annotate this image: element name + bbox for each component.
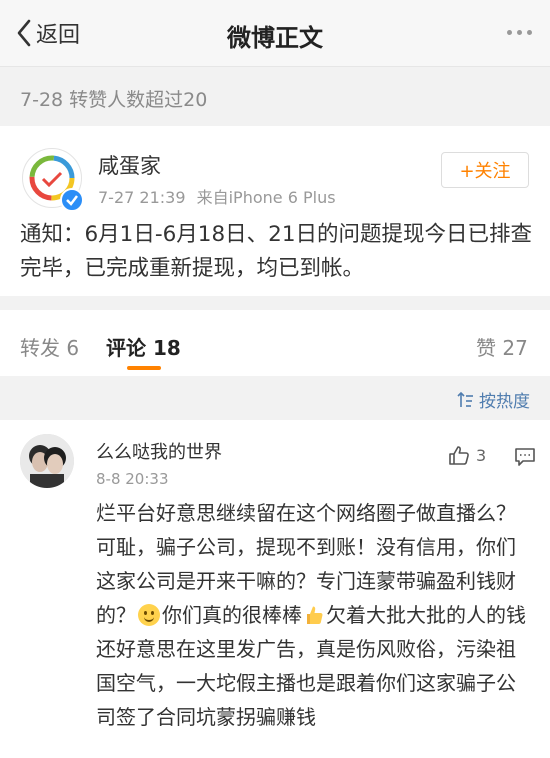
- post-time: 7-27 21:39: [98, 188, 186, 207]
- sort-icon: [457, 391, 473, 407]
- page-title: 微博正文: [227, 24, 323, 52]
- sort-bar: 按热度: [0, 376, 550, 420]
- active-tab-indicator: [127, 366, 161, 370]
- tab-like[interactable]: 赞 27: [476, 332, 528, 361]
- post-text: 通知：6月1日-6月18日、21日的问题提现今日已排查完毕，已完成重新提现，均已…: [20, 222, 533, 281]
- follow-button[interactable]: +关注: [441, 152, 529, 188]
- verified-icon: [60, 188, 84, 212]
- tab-comment[interactable]: 评论 18: [106, 332, 181, 361]
- repost-notice-bar: 7-28 转赞人数超过20: [0, 66, 550, 127]
- comment-text-part: 你们真的很棒棒: [162, 603, 302, 627]
- thumbs-up-emoji-icon: [307, 606, 323, 624]
- repost-notice: 7-28 转赞人数超过20: [20, 89, 208, 111]
- more-icon[interactable]: [507, 30, 532, 35]
- comment-author[interactable]: 么么哒我的世界: [96, 438, 222, 464]
- comment-time: 8-8 20:33: [96, 470, 169, 488]
- like-count: 3: [476, 445, 487, 465]
- sort-label: 按热度: [479, 392, 530, 412]
- thumbs-up-icon: [449, 446, 469, 465]
- smile-emoji-icon: [138, 604, 160, 626]
- reply-icon[interactable]: [514, 447, 536, 471]
- post-author[interactable]: 咸蛋家: [98, 150, 161, 180]
- comment-item: 么么哒我的世界 8-8 20:33 3 烂平台好意思继续留在这个网络圈子做直播么…: [0, 420, 550, 758]
- avatar[interactable]: [20, 434, 74, 488]
- comment-text: 烂平台好意思继续留在这个网络圈子做直播么？可耻，骗子公司，提现不到账！没有信用，…: [96, 496, 528, 734]
- post-meta: 7-27 21:39 来自iPhone 6 Plus: [98, 184, 336, 208]
- post-card: 咸蛋家 7-27 21:39 来自iPhone 6 Plus +关注 通知：6月…: [0, 126, 550, 296]
- nav-bar: 返回 微博正文: [0, 0, 550, 66]
- post-source: 来自iPhone 6 Plus: [196, 188, 336, 207]
- tab-repost[interactable]: 转发 6: [20, 332, 79, 361]
- divider: [0, 296, 550, 310]
- tab-bar: 转发 6 评论 18 赞 27: [0, 310, 550, 376]
- like-button[interactable]: 3: [448, 444, 486, 466]
- sort-button[interactable]: 按热度: [456, 387, 530, 412]
